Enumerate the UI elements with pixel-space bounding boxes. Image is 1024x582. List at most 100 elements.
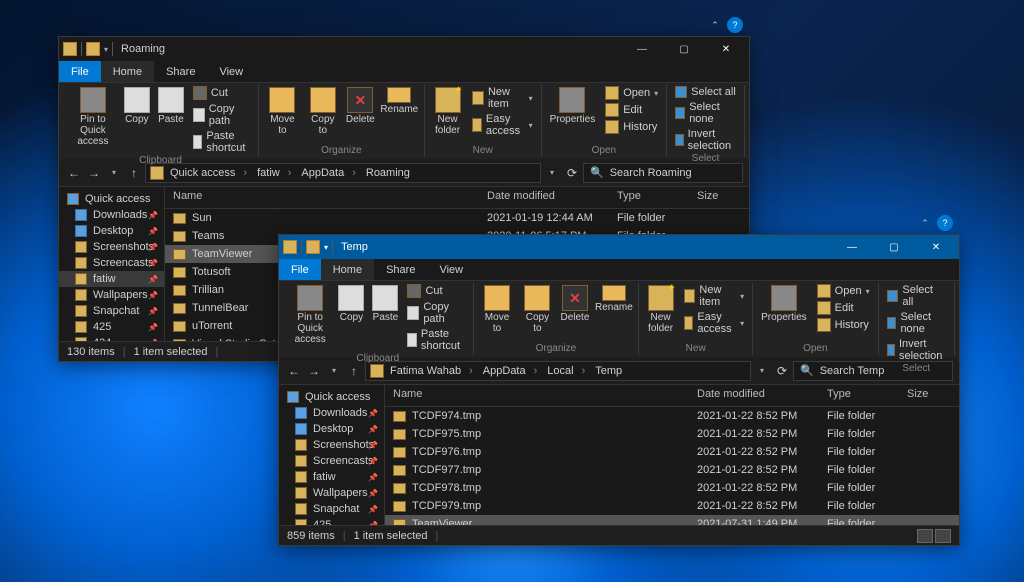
file-row[interactable]: TCDF976.tmp2021-01-22 8:52 PMFile folder [385,443,959,461]
file-row[interactable]: TCDF978.tmp2021-01-22 8:52 PMFile folder [385,479,959,497]
sidebar-item[interactable]: Downloads [279,405,384,421]
history-button[interactable]: History [813,317,874,333]
forward-button[interactable]: → [85,164,103,182]
open-button[interactable]: Open ▾ [601,85,662,101]
sidebar-item[interactable]: fatiw [279,469,384,485]
pin-to-quick-access-button[interactable]: Pin to Quick access [287,283,333,353]
titlebar[interactable]: ▾ Roaming — ▢ ✕ [59,37,749,61]
sidebar-item[interactable]: Wallpapers [59,287,164,303]
minimize-button[interactable]: — [833,235,871,259]
collapse-ribbon-icon[interactable]: ⌃ [917,215,933,231]
select-all-button[interactable]: Select all [671,85,740,99]
sidebar[interactable]: Quick access DownloadsDesktopScreenshots… [279,385,385,525]
forward-button[interactable]: → [305,362,323,380]
select-all-button[interactable]: Select all [883,283,950,309]
tab-share[interactable]: Share [374,259,427,280]
properties-button[interactable]: Properties [546,85,600,145]
history-button[interactable]: History [601,119,662,135]
tab-share[interactable]: Share [154,61,207,82]
edit-button[interactable]: Edit [813,300,874,316]
easy-access-button[interactable]: Easy access ▾ [680,310,748,336]
sidebar-item[interactable]: Snapchat [279,501,384,517]
sidebar-item[interactable]: Snapchat [59,303,164,319]
sidebar-item[interactable]: Screenshots [59,239,164,255]
sidebar[interactable]: Quick access DownloadsDesktopScreenshots… [59,187,165,341]
file-row[interactable]: TCDF979.tmp2021-01-22 8:52 PMFile folder [385,497,959,515]
back-button[interactable]: ← [285,362,303,380]
sidebar-item[interactable]: 425 [279,517,384,525]
new-item-button[interactable]: New item ▾ [680,283,748,309]
sidebar-item[interactable]: 425 [59,319,164,335]
tab-file[interactable]: File [279,259,321,280]
paste-shortcut-button[interactable]: Paste shortcut [403,327,468,353]
sidebar-item[interactable]: Desktop [279,421,384,437]
rename-button[interactable]: Rename [379,85,420,145]
copy-to-button[interactable]: Copy to [518,283,556,343]
invert-selection-button[interactable]: Invert selection [883,337,950,363]
move-to-button[interactable]: Move to [263,85,302,145]
invert-selection-button[interactable]: Invert selection [671,127,740,153]
file-row[interactable]: TeamViewer2021-07-31 1:49 PMFile folder [385,515,959,525]
move-to-button[interactable]: Move to [478,283,517,343]
file-row[interactable]: TCDF975.tmp2021-01-22 8:52 PMFile folder [385,425,959,443]
file-row[interactable]: TCDF974.tmp2021-01-22 8:52 PMFile folder [385,407,959,425]
select-none-button[interactable]: Select none [883,310,950,336]
search-input[interactable]: 🔍Search Roaming [583,163,743,183]
sidebar-item[interactable]: Screencasts [279,453,384,469]
tab-home[interactable]: Home [321,259,374,280]
new-folder-button[interactable]: New folder [643,283,678,343]
titlebar[interactable]: ▾ Temp — ▢ ✕ [279,235,959,259]
tab-file[interactable]: File [59,61,101,82]
paste-shortcut-button[interactable]: Paste shortcut [189,129,254,155]
easy-access-button[interactable]: Easy access ▾ [468,112,536,138]
history-dropdown[interactable]: ▾ [105,164,123,182]
open-button[interactable]: Open ▾ [813,283,874,299]
copy-to-button[interactable]: Copy to [304,85,342,145]
collapse-ribbon-icon[interactable]: ⌃ [707,17,723,33]
sidebar-item[interactable]: Screenshots [279,437,384,453]
file-row[interactable]: TCDF977.tmp2021-01-22 8:52 PMFile folder [385,461,959,479]
column-headers[interactable]: Name Date modified Type Size [385,385,959,407]
maximize-button[interactable]: ▢ [875,235,913,259]
breadcrumb[interactable]: Fatima Wahab AppData Local Temp [365,361,751,381]
breadcrumb[interactable]: Quick access fatiw AppData Roaming [145,163,541,183]
close-button[interactable]: ✕ [917,235,955,259]
paste-button[interactable]: Paste [155,85,187,155]
delete-button[interactable]: Delete [558,283,591,343]
copy-button[interactable]: Copy [121,85,153,155]
file-row[interactable]: Sun2021-01-19 12:44 AMFile folder [165,209,749,227]
paste-button[interactable]: Paste [369,283,401,353]
select-none-button[interactable]: Select none [671,100,740,126]
history-dropdown[interactable]: ▾ [325,362,343,380]
help-icon[interactable]: ? [727,17,743,33]
tab-view[interactable]: View [207,61,255,82]
cut-button[interactable]: Cut [403,283,468,299]
rename-button[interactable]: Rename [593,283,634,343]
copy-path-button[interactable]: Copy path [189,102,254,128]
edit-button[interactable]: Edit [601,102,662,118]
maximize-button[interactable]: ▢ [665,37,703,61]
new-item-button[interactable]: New item ▾ [468,85,536,111]
sidebar-item[interactable]: Desktop [59,223,164,239]
copy-path-button[interactable]: Copy path [403,300,468,326]
sidebar-item[interactable]: 434 [59,335,164,341]
tab-view[interactable]: View [427,259,475,280]
tab-home[interactable]: Home [101,61,154,82]
help-icon[interactable]: ? [937,215,953,231]
refresh-button[interactable]: ⟳ [563,164,581,182]
properties-button[interactable]: Properties [757,283,811,343]
sidebar-item[interactable]: fatiw [59,271,164,287]
refresh-button[interactable]: ⟳ [773,362,791,380]
sidebar-item[interactable]: Downloads [59,207,164,223]
new-folder-button[interactable]: New folder [429,85,467,145]
details-icon[interactable] [917,529,933,543]
file-list[interactable]: Name Date modified Type Size TCDF974.tmp… [385,385,959,525]
sidebar-item[interactable]: Screencasts [59,255,164,271]
delete-button[interactable]: Delete [344,85,377,145]
explorer-window-temp[interactable]: ▾ Temp — ▢ ✕ File Home Share View ⌃? Pin… [278,234,960,546]
view-toggle[interactable] [917,529,951,543]
pin-to-quick-access-button[interactable]: Pin to Quick access [67,85,119,155]
cut-button[interactable]: Cut [189,85,254,101]
addr-dropdown[interactable]: ▾ [753,362,771,380]
sidebar-quick-access[interactable]: Quick access [59,191,164,207]
